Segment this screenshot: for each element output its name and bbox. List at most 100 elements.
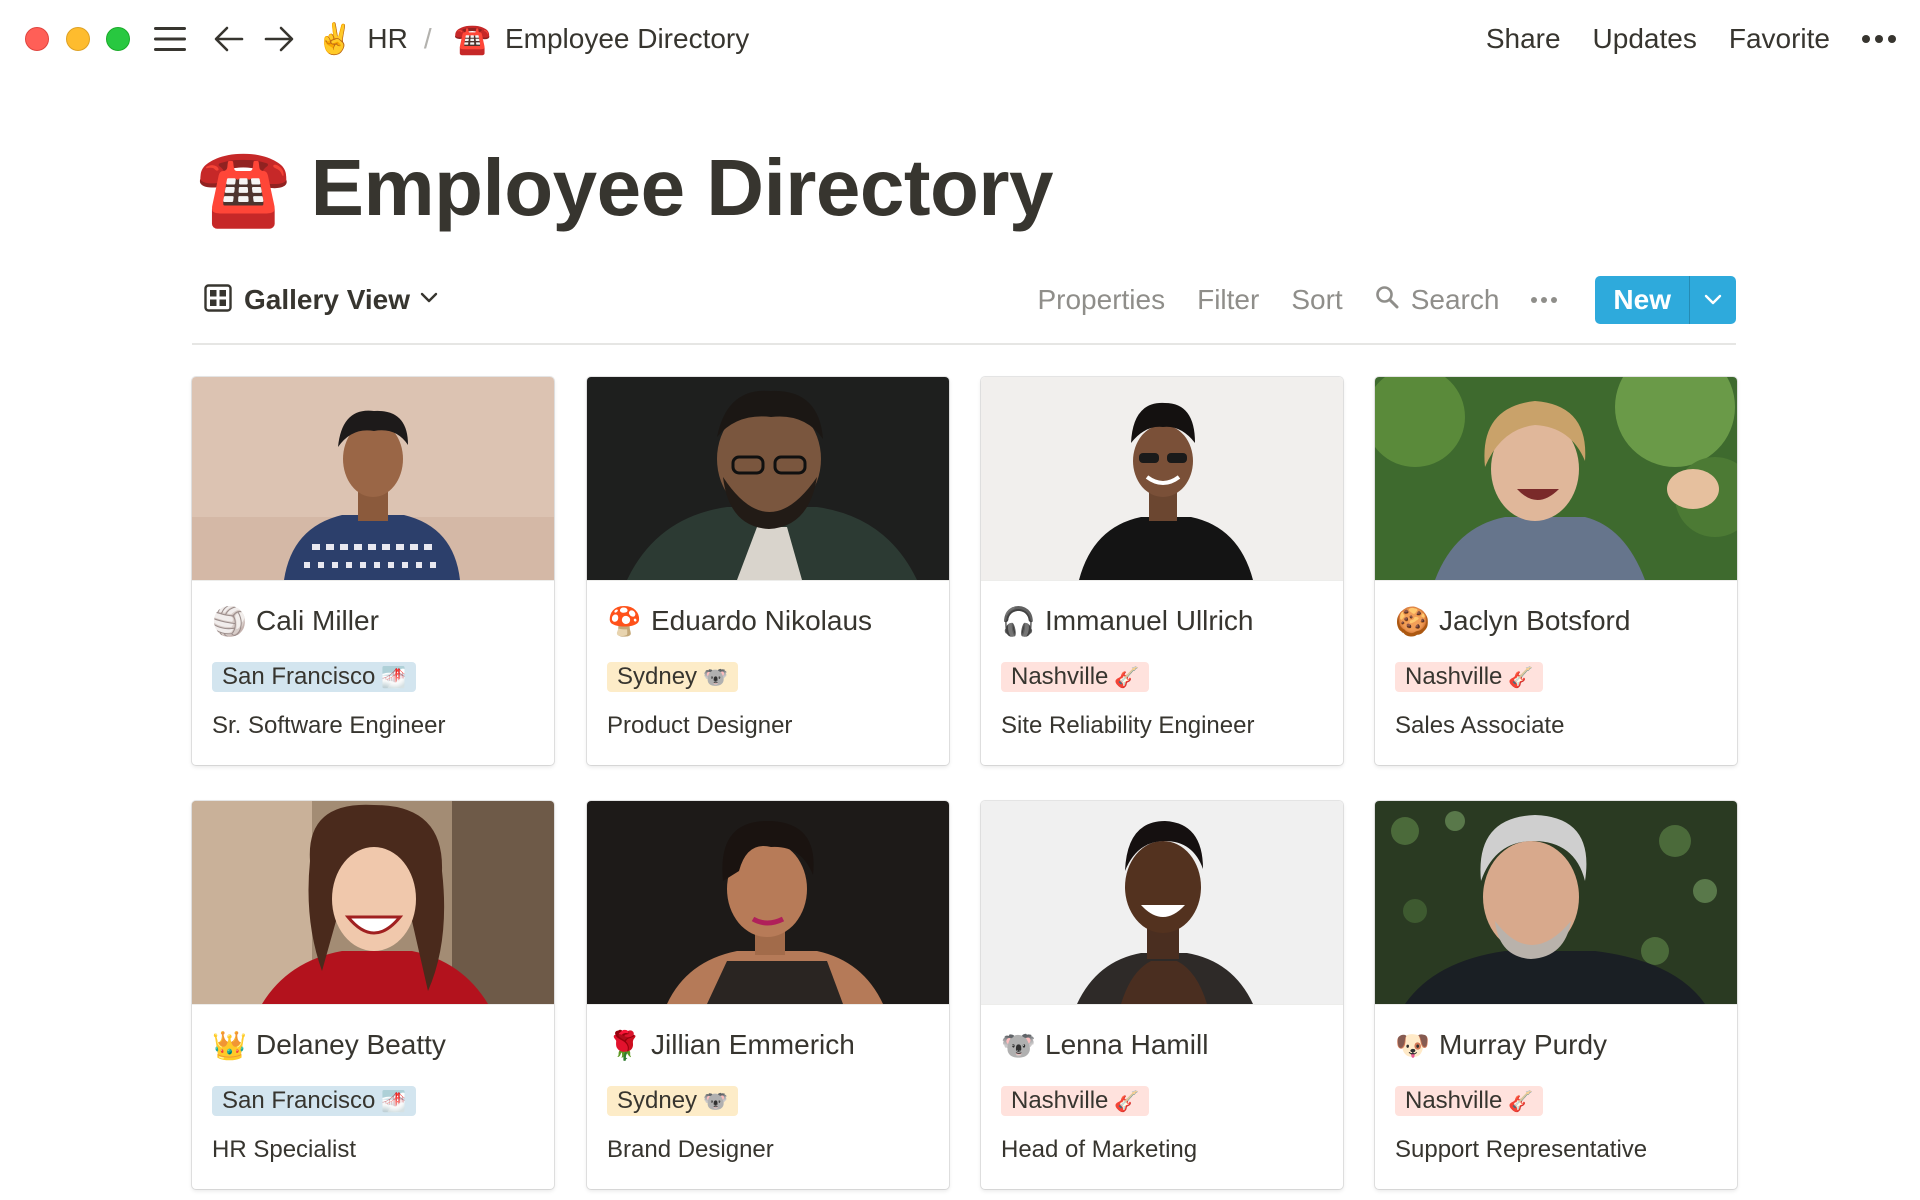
- employee-name: Delaney Beatty: [256, 1029, 446, 1060]
- koala-icon: 🐨: [703, 666, 728, 689]
- new-button-group: New: [1595, 276, 1736, 324]
- employee-card[interactable]: 🍪 Jaclyn Botsford Nashville 🎸 Sales Asso…: [1375, 377, 1737, 765]
- gallery-grid-icon: [204, 283, 232, 317]
- koala-icon: 🐨: [1001, 1029, 1036, 1061]
- card-cover-photo: [587, 377, 949, 580]
- breadcrumb-label: Employee Directory: [504, 23, 750, 54]
- mushroom-icon: 🍄: [607, 605, 642, 637]
- card-title: 🏐 Cali Miller: [212, 601, 379, 641]
- location-tag: Nashville 🎸: [1001, 1086, 1150, 1116]
- card-cover-photo: [587, 801, 949, 1004]
- location-label: Sydney: [617, 1087, 698, 1114]
- employee-card[interactable]: 🏐 Cali Miller San Francisco 🌁 Sr. Softwa…: [192, 377, 554, 765]
- breadcrumb-item-employee-directory[interactable]: ☎️ Employee Directory: [454, 22, 750, 57]
- card-body: 🍪 Jaclyn Botsford Nashville 🎸 Sales Asso…: [1375, 580, 1737, 765]
- card-cover-photo: [192, 377, 554, 580]
- guitar-icon: 🎸: [1508, 666, 1534, 689]
- employee-role: Product Designer: [607, 712, 793, 739]
- card-cover-photo: [192, 801, 554, 1004]
- share-button[interactable]: Share: [1486, 23, 1561, 55]
- employee-name: Jaclyn Botsford: [1439, 605, 1631, 636]
- location-label: San Francisco: [222, 1087, 376, 1114]
- search-label: Search: [1410, 284, 1500, 315]
- card-body: 🏐 Cali Miller San Francisco 🌁 Sr. Softwa…: [192, 580, 554, 765]
- back-arrow-icon[interactable]: [212, 20, 246, 58]
- crown-icon: 👑: [212, 1029, 247, 1061]
- location-tag: San Francisco 🌁: [212, 1086, 417, 1116]
- location-tag: San Francisco 🌁: [212, 662, 417, 692]
- employee-card[interactable]: 👑 Delaney Beatty San Francisco 🌁 HR Spec…: [192, 801, 554, 1189]
- page-header: ☎️ Employee Directory: [196, 138, 1054, 238]
- location-tag: Nashville 🎸: [1395, 662, 1544, 692]
- location-label: Nashville: [1405, 663, 1503, 690]
- page-title[interactable]: Employee Directory: [311, 142, 1054, 234]
- card-cover-photo: [1375, 377, 1737, 580]
- employee-name: Murray Purdy: [1439, 1029, 1608, 1060]
- card-title: 🍄 Eduardo Nikolaus: [607, 601, 872, 641]
- breadcrumb: ✌️ HR / ☎️ Employee Directory: [316, 18, 749, 60]
- employee-role: Sales Associate: [1395, 712, 1565, 739]
- top-bar: ✌️ HR / ☎️ Employee Directory Share Upda…: [0, 0, 1920, 78]
- guitar-icon: 🎸: [1114, 666, 1140, 689]
- employee-name: Jillian Emmerich: [651, 1029, 855, 1060]
- employee-role: Support Representative: [1395, 1136, 1648, 1163]
- search-icon: [1375, 284, 1399, 316]
- location-tag: Nashville 🎸: [1001, 662, 1150, 692]
- card-cover-photo: [1375, 801, 1737, 1004]
- rose-icon: 🌹: [607, 1029, 642, 1061]
- card-title: 🌹 Jillian Emmerich: [607, 1025, 855, 1065]
- minimize-window-button[interactable]: [66, 27, 90, 51]
- headphones-icon: 🎧: [1001, 605, 1036, 637]
- chevron-down-icon: [420, 291, 438, 309]
- employee-card[interactable]: 🍄 Eduardo Nikolaus Sydney 🐨 Product Desi…: [587, 377, 949, 765]
- employee-role: Sr. Software Engineer: [212, 712, 446, 739]
- breadcrumb-label: HR: [367, 23, 408, 54]
- properties-button[interactable]: Properties: [1037, 284, 1165, 316]
- view-switcher[interactable]: Gallery View: [204, 275, 438, 325]
- filter-button[interactable]: Filter: [1197, 284, 1259, 316]
- favorite-button[interactable]: Favorite: [1729, 23, 1830, 55]
- volleyball-icon: 🏐: [212, 605, 247, 637]
- top-actions: Share Updates Favorite: [1454, 18, 1896, 60]
- card-title: 👑 Delaney Beatty: [212, 1025, 446, 1065]
- employee-name: Lenna Hamill: [1045, 1029, 1209, 1060]
- card-body: 🐶 Murray Purdy Nashville 🎸 Support Repre…: [1375, 1004, 1737, 1189]
- view-toolbar: Gallery View Properties Filter Sort Sear…: [192, 275, 1736, 325]
- forward-arrow-icon[interactable]: [262, 20, 296, 58]
- location-label: Nashville: [1011, 663, 1109, 690]
- employee-role: Site Reliability Engineer: [1001, 712, 1255, 739]
- new-button[interactable]: New: [1595, 276, 1689, 324]
- card-title: 🍪 Jaclyn Botsford: [1395, 601, 1630, 641]
- location-label: San Francisco: [222, 663, 376, 690]
- koala-icon: 🐨: [703, 1090, 728, 1113]
- location-tag: Sydney 🐨: [607, 1086, 738, 1116]
- breadcrumb-item-hr[interactable]: ✌️ HR: [316, 22, 408, 57]
- view-more-options-icon[interactable]: [1531, 297, 1558, 303]
- location-tag: Nashville 🎸: [1395, 1086, 1544, 1116]
- cookie-icon: 🍪: [1395, 605, 1430, 637]
- more-options-icon[interactable]: [1862, 35, 1896, 43]
- telephone-icon[interactable]: ☎️: [196, 150, 291, 226]
- close-window-button[interactable]: [25, 27, 49, 51]
- employee-card[interactable]: 🎧 Immanuel Ullrich Nashville 🎸 Site Reli…: [981, 377, 1343, 765]
- search-button[interactable]: Search: [1375, 284, 1500, 316]
- maximize-window-button[interactable]: [106, 27, 130, 51]
- card-title: 🐶 Murray Purdy: [1395, 1025, 1607, 1065]
- card-cover-photo: [981, 801, 1343, 1004]
- location-tag: Sydney 🐨: [607, 662, 738, 692]
- hamburger-menu-icon[interactable]: [152, 20, 188, 58]
- guitar-icon: 🎸: [1508, 1090, 1534, 1113]
- employee-card[interactable]: 🌹 Jillian Emmerich Sydney 🐨 Brand Design…: [587, 801, 949, 1189]
- employee-name: Eduardo Nikolaus: [651, 605, 873, 636]
- employee-card[interactable]: 🐶 Murray Purdy Nashville 🎸 Support Repre…: [1375, 801, 1737, 1189]
- sort-button[interactable]: Sort: [1291, 284, 1342, 316]
- location-label: Nashville: [1405, 1087, 1503, 1114]
- dog-face-icon: 🐶: [1395, 1029, 1430, 1061]
- card-body: 🍄 Eduardo Nikolaus Sydney 🐨 Product Desi…: [587, 580, 949, 765]
- new-dropdown-chevron-icon[interactable]: [1689, 276, 1736, 324]
- employee-role: Brand Designer: [607, 1136, 774, 1163]
- card-body: 🐨 Lenna Hamill Nashville 🎸 Head of Marke…: [981, 1004, 1343, 1189]
- toolbar-divider: [192, 343, 1736, 345]
- updates-button[interactable]: Updates: [1593, 23, 1697, 55]
- employee-card[interactable]: 🐨 Lenna Hamill Nashville 🎸 Head of Marke…: [981, 801, 1343, 1189]
